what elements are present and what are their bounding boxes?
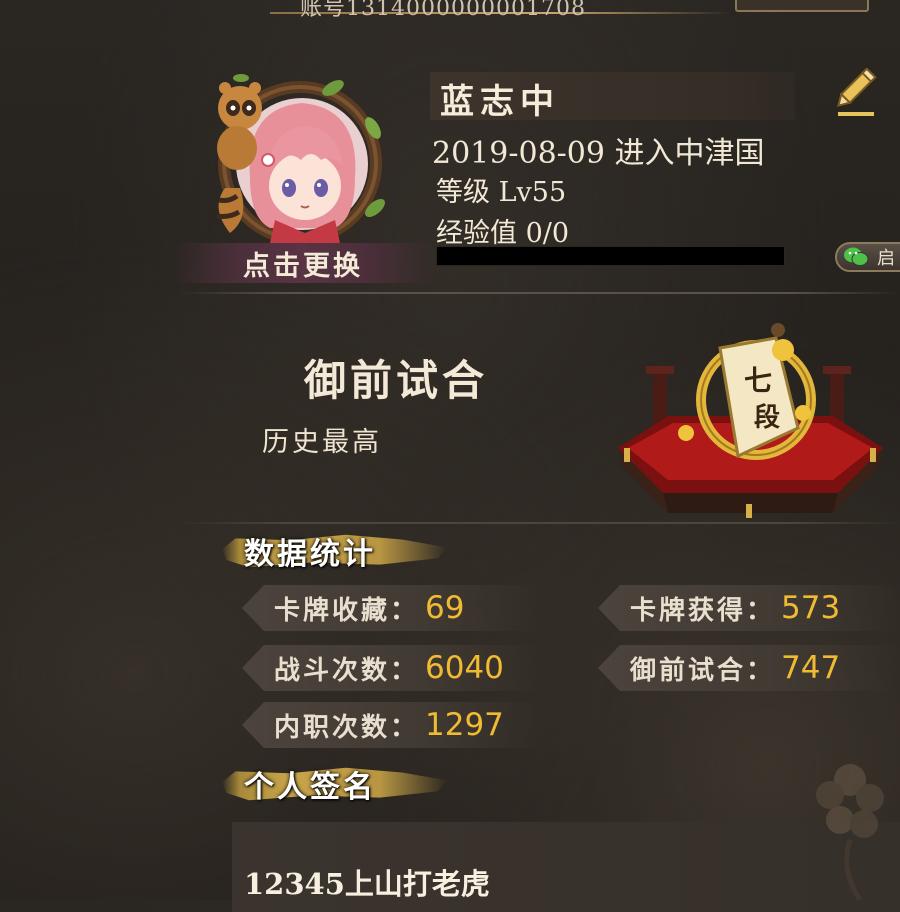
change-avatar-button[interactable]: 点击更换 (172, 243, 434, 283)
flower-decoration (816, 764, 884, 900)
rank-badge-icon: 七 段 (618, 323, 883, 518)
divider (180, 292, 900, 294)
divider (180, 522, 900, 524)
player-level: 等级 Lv55 (436, 177, 567, 208)
stat-card-battles: 战斗次数： 6040 (242, 645, 542, 691)
avatar[interactable] (205, 68, 395, 245)
change-avatar-label: 点击更换 (243, 250, 363, 282)
edit-icon[interactable] (830, 67, 878, 118)
stat-value: 6040 (425, 650, 504, 686)
stat-label: 内职次数： (274, 712, 420, 743)
stat-value: 1297 (425, 707, 504, 743)
stat-card-pvp-matches: 御前试合： 747 (598, 645, 900, 691)
stat-label: 卡牌获得： (630, 595, 776, 626)
stat-card-cards-obtained: 卡牌获得： 573 (598, 585, 900, 631)
join-text: 进入中津国 (614, 136, 765, 171)
pvp-subtitle: 历史最高 (262, 427, 382, 458)
rank-badge-text-bottom: 段 (754, 402, 780, 433)
rank-badge-text-top: 七 (744, 364, 772, 397)
stat-card-duties: 内职次数： 1297 (242, 702, 542, 748)
player-name: 蓝志中 (440, 82, 560, 122)
exp-progress-bar (436, 246, 785, 266)
stat-label: 卡牌收藏： (274, 595, 420, 626)
stat-value: 573 (781, 590, 841, 626)
stat-card-collection: 卡牌收藏： 69 (242, 585, 542, 631)
stats-header-label: 数据统计 (244, 537, 376, 572)
rank-badge: 七 段 (608, 308, 893, 523)
signature-header: 个人签名 (222, 760, 452, 808)
share-label: 启 (877, 248, 895, 269)
stats-header: 数据统计 (222, 527, 452, 575)
stat-label: 战斗次数： (274, 655, 420, 686)
stat-label: 御前试合： (630, 655, 776, 686)
stat-value: 747 (781, 650, 841, 686)
wechat-share-button[interactable]: 启 (835, 242, 900, 272)
wechat-icon (844, 247, 869, 266)
pvp-title: 御前试合 (304, 356, 489, 405)
top-copy-button[interactable] (735, 0, 869, 12)
join-info: 2019-08-09 进入中津国 (432, 128, 765, 172)
signature-text: 12345上山打老虎 (244, 867, 490, 901)
stat-value: 69 (425, 590, 465, 626)
player-exp: 经验值 0/0 (436, 218, 570, 249)
account-id-text: 账号1314000000001708 (300, 0, 586, 21)
join-date: 2019-08-09 (432, 136, 605, 171)
avatar-image (216, 74, 385, 245)
signature-header-label: 个人签名 (244, 770, 376, 805)
